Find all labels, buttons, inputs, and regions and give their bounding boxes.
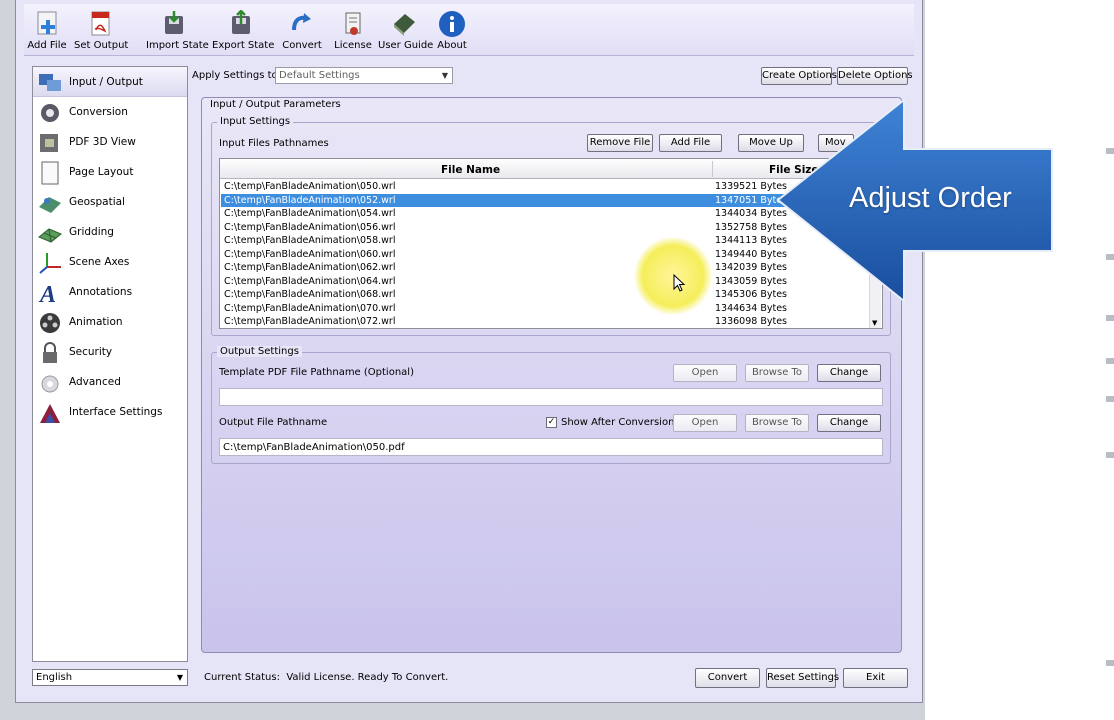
- add-file-list-button[interactable]: Add File: [659, 134, 722, 152]
- license-icon: [345, 12, 361, 35]
- annotations-icon: A: [38, 282, 56, 305]
- export-state-icon: [232, 10, 250, 34]
- animation-film-icon: [40, 313, 60, 333]
- strip-marker: [1106, 358, 1114, 364]
- sidebar-item-input-output[interactable]: Input / Output: [33, 67, 187, 97]
- convert-arrow-icon: [292, 13, 311, 31]
- sidebar-item-scene-axes[interactable]: Scene Axes: [33, 247, 187, 277]
- sidebar-item-gridding[interactable]: Gridding: [33, 217, 187, 247]
- sidebar-item-animation[interactable]: Animation: [33, 307, 187, 337]
- about-button[interactable]: About: [434, 10, 470, 56]
- info-icon: [439, 11, 465, 37]
- language-value: English: [36, 672, 73, 683]
- add-file-icon: [37, 11, 57, 35]
- file-row[interactable]: C:\temp\FanBladeAnimation\070.wrl 1344634…: [221, 302, 869, 316]
- sidebar-item-conversion[interactable]: Conversion: [33, 97, 187, 127]
- license-button[interactable]: License: [334, 10, 372, 56]
- show-after-conversion-checkbox[interactable]: ✓: [546, 417, 557, 428]
- convert-button[interactable]: Convert: [280, 10, 324, 56]
- user-guide-book-icon: [394, 14, 415, 36]
- file-row[interactable]: C:\temp\FanBladeAnimation\058.wrl 1344113…: [221, 234, 869, 248]
- section-title: Input / Output Parameters: [210, 99, 341, 110]
- main-toolbar: Add File Set Output Import State Export …: [24, 4, 914, 56]
- apply-settings-label: Apply Settings to:: [192, 70, 282, 81]
- template-open-button[interactable]: Open: [673, 364, 737, 382]
- strip-marker: [1106, 660, 1114, 666]
- template-browse-button[interactable]: Browse To: [745, 364, 809, 382]
- scene-axes-icon: [39, 253, 61, 274]
- language-select[interactable]: English ▼: [32, 669, 188, 686]
- sidebar-item-geospatial[interactable]: Geospatial: [33, 187, 187, 217]
- remove-file-button[interactable]: Remove File: [587, 134, 653, 152]
- input-settings-title: Input Settings: [217, 116, 294, 127]
- input-output-icon: [39, 74, 61, 91]
- user-guide-button[interactable]: User Guide: [378, 10, 433, 56]
- template-pdf-label: Template PDF File Pathname (Optional): [219, 367, 414, 378]
- scroll-down-arrow-icon[interactable]: ▼: [872, 319, 877, 327]
- output-file-label: Output File Pathname: [219, 417, 328, 428]
- set-output-button[interactable]: Set Output: [74, 10, 128, 56]
- page-layout-icon: [41, 161, 59, 185]
- import-state-button[interactable]: Import State: [146, 10, 209, 56]
- sidebar-item-advanced[interactable]: Advanced: [33, 367, 187, 397]
- column-header-file-name[interactable]: File Name: [441, 164, 500, 176]
- strip-marker: [1106, 396, 1114, 402]
- file-row[interactable]: C:\temp\FanBladeAnimation\050.wrl 1339521…: [221, 180, 869, 194]
- create-options-button[interactable]: Create Options: [761, 67, 837, 85]
- strip-marker: [1106, 148, 1114, 154]
- sidebar-item-page-layout[interactable]: Page Layout: [33, 157, 187, 187]
- chevron-down-icon: ▼: [176, 673, 183, 682]
- output-open-button[interactable]: Open: [673, 414, 737, 432]
- output-change-button[interactable]: Change: [817, 414, 881, 432]
- status-bar: Current Status: Valid License. Ready To …: [204, 672, 449, 683]
- settings-sidebar: Input / Output Conversion PDF 3D View Pa…: [32, 66, 188, 662]
- template-change-button[interactable]: Change: [817, 364, 881, 382]
- pdf-3d-view-icon: [40, 134, 58, 152]
- file-row[interactable]: C:\temp\FanBladeAnimation\062.wrl 1342039…: [221, 261, 869, 275]
- geospatial-icon: [39, 197, 61, 213]
- sidebar-item-annotations[interactable]: A Annotations: [33, 277, 187, 307]
- file-row[interactable]: C:\temp\FanBladeAnimation\060.wrl 1349440…: [221, 248, 869, 262]
- sidebar-item-pdf-3d-view[interactable]: PDF 3D View: [33, 127, 187, 157]
- file-row[interactable]: C:\temp\FanBladeAnimation\056.wrl 1352758…: [221, 221, 869, 235]
- column-divider: [712, 161, 713, 177]
- delete-options-button[interactable]: Delete Options: [837, 67, 913, 85]
- callout-text: Adjust Order: [849, 182, 1012, 214]
- mouse-pointer-icon: [673, 274, 685, 292]
- status-text: Valid License. Ready To Convert.: [286, 672, 449, 683]
- apply-settings-value: Default Settings: [279, 70, 360, 81]
- strip-marker: [1106, 315, 1114, 321]
- pdf-output-icon: [91, 11, 110, 36]
- file-row[interactable]: C:\temp\FanBladeAnimation\064.wrl 1343059…: [221, 275, 869, 289]
- exit-button[interactable]: Exit: [843, 668, 908, 688]
- add-file-button[interactable]: Add File: [26, 10, 68, 56]
- sidebar-item-security[interactable]: Security: [33, 337, 187, 367]
- strip-marker: [1106, 254, 1114, 260]
- reset-settings-button[interactable]: Reset Settings: [766, 668, 839, 688]
- file-row[interactable]: C:\temp\FanBladeAnimation\072.wrl 1336098…: [221, 315, 869, 329]
- svg-text:A: A: [38, 282, 56, 305]
- template-pdf-field[interactable]: [219, 388, 883, 406]
- convert-footer-button[interactable]: Convert: [695, 668, 760, 688]
- strip-marker: [1106, 452, 1114, 458]
- output-settings-title: Output Settings: [217, 346, 302, 357]
- export-state-button[interactable]: Export State: [212, 10, 274, 56]
- file-row[interactable]: C:\temp\FanBladeAnimation\054.wrl 1344034…: [221, 207, 869, 221]
- file-row-selected[interactable]: C:\temp\FanBladeAnimation\052.wrl 1347051…: [221, 193, 869, 207]
- input-files-label: Input Files Pathnames: [219, 138, 329, 149]
- sidebar-item-interface-settings[interactable]: Interface Settings: [33, 397, 187, 427]
- output-browse-button[interactable]: Browse To: [745, 414, 809, 432]
- import-state-icon: [165, 11, 183, 34]
- file-row[interactable]: C:\temp\FanBladeAnimation\068.wrl 1345306…: [221, 288, 869, 302]
- interface-settings-icon: [40, 404, 60, 423]
- advanced-icon: [41, 375, 59, 393]
- conversion-gear-icon: [41, 104, 59, 122]
- chevron-down-icon: ▼: [441, 71, 448, 80]
- gridding-icon: [38, 228, 62, 243]
- security-lock-icon: [43, 342, 57, 363]
- apply-settings-select[interactable]: Default Settings ▼: [275, 67, 453, 84]
- output-file-field[interactable]: C:\temp\FanBladeAnimation\050.pdf: [219, 438, 883, 456]
- show-after-conversion-label: Show After Conversion: [561, 417, 675, 428]
